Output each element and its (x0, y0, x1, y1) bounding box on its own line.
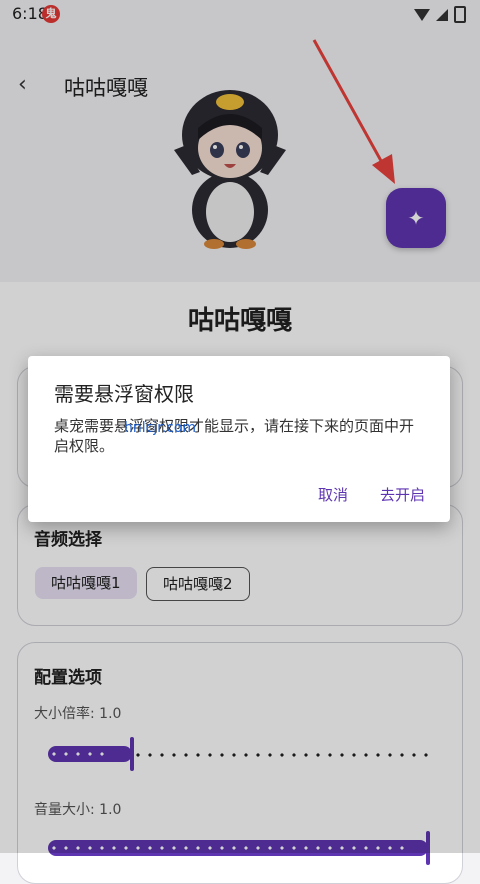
dialog-confirm-button[interactable]: 去开启 (380, 484, 425, 505)
dialog-message: 桌宠需要悬浮窗权限才能显示，请在接下来的页面中开启权限。 (54, 417, 415, 455)
dialog-title: 需要悬浮窗权限 (54, 382, 194, 406)
watermark-text: hnlcjr.com (124, 420, 197, 436)
dialog-cancel-button[interactable]: 取消 (318, 484, 348, 505)
permission-dialog: 需要悬浮窗权限 桌宠需要悬浮窗权限才能显示，请在接下来的页面中开启权限。 取消 … (28, 356, 450, 522)
